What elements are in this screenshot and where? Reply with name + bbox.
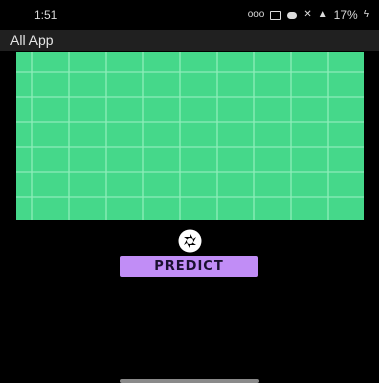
app-title: All App — [10, 32, 54, 48]
battery-charging-icon: ϟ — [363, 9, 369, 20]
predict-button[interactable]: PREDICT — [120, 256, 258, 277]
camera-preview[interactable] — [16, 52, 364, 220]
camera-shutter-icon[interactable] — [177, 228, 203, 254]
voicemail-icon: ooo — [247, 9, 265, 20]
status-time: 1:51 — [34, 8, 58, 22]
do-not-disturb-icon — [287, 11, 298, 19]
preview-grid — [16, 52, 364, 220]
status-icons: ooo ✕ ▲ 17% ϟ — [248, 8, 369, 22]
mute-icon: ✕ — [303, 9, 312, 20]
nfc-icon — [270, 10, 282, 20]
app-bar: All App — [0, 30, 379, 51]
status-bar: 1:51 ooo ✕ ▲ 17% ϟ — [0, 0, 379, 30]
signal-icon: ▲ — [317, 9, 328, 20]
battery-percent: 17% — [333, 8, 358, 22]
navigation-handle[interactable] — [120, 379, 259, 383]
